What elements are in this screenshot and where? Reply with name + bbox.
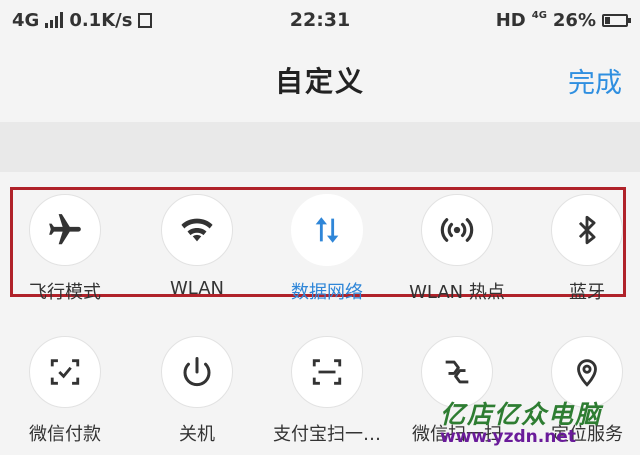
section-band bbox=[0, 122, 640, 172]
shortcut-label: 微信付款 bbox=[29, 424, 101, 445]
shortcut-label: 支付宝扫一… bbox=[273, 424, 381, 445]
watermark-brand: 亿店亿众电脑 bbox=[440, 400, 603, 429]
power-icon bbox=[161, 336, 233, 408]
signal-icon bbox=[45, 12, 64, 28]
toggle-mobile-data[interactable]: 数据网络 bbox=[262, 194, 392, 304]
shortcut-wechat-pay[interactable]: 微信付款 bbox=[0, 336, 130, 446]
toggle-airplane[interactable]: 飞行模式 bbox=[0, 194, 130, 304]
mobile-data-icon bbox=[291, 194, 363, 266]
header: 自定义 完成 bbox=[0, 40, 640, 120]
toggle-label: 数据网络 bbox=[291, 282, 363, 303]
battery-icon bbox=[602, 13, 631, 27]
done-button[interactable]: 完成 bbox=[568, 61, 622, 100]
airplane-icon bbox=[29, 194, 101, 266]
network-small: 4G bbox=[531, 10, 547, 21]
toggle-label: WLAN 热点 bbox=[409, 282, 505, 303]
watermark-url: www.yzdn.net bbox=[440, 427, 576, 447]
hotspot-icon bbox=[421, 194, 493, 266]
wechat-pay-icon bbox=[29, 336, 101, 408]
battery-percent: 26% bbox=[552, 9, 596, 31]
alipay-scan-icon bbox=[291, 336, 363, 408]
toggle-label: WLAN bbox=[169, 278, 225, 299]
shortcut-alipay-scan[interactable]: 支付宝扫一… bbox=[262, 336, 392, 446]
bluetooth-icon bbox=[551, 194, 623, 266]
notification-icon bbox=[138, 12, 153, 28]
page-title: 自定义 bbox=[274, 65, 365, 98]
shortcut-power[interactable]: 关机 bbox=[132, 336, 262, 446]
hd-badge: HD bbox=[495, 9, 526, 31]
network-type: 4G bbox=[12, 9, 40, 31]
watermark: 亿店亿众电脑 www.yzdn.net bbox=[440, 395, 640, 447]
status-bar: 4G 0.1K/s 22:31 HD 4G 26% bbox=[0, 0, 640, 40]
network-speed: 0.1K/s bbox=[69, 9, 133, 31]
toggle-label: 蓝牙 bbox=[569, 282, 605, 303]
wifi-icon bbox=[161, 194, 233, 266]
toggle-label: 飞行模式 bbox=[29, 282, 101, 303]
toggle-wlan[interactable]: WLAN bbox=[132, 194, 262, 299]
shortcut-label: 关机 bbox=[179, 424, 215, 445]
toggle-bluetooth[interactable]: 蓝牙 bbox=[522, 194, 640, 304]
toggle-hotspot[interactable]: WLAN 热点 bbox=[392, 194, 522, 304]
